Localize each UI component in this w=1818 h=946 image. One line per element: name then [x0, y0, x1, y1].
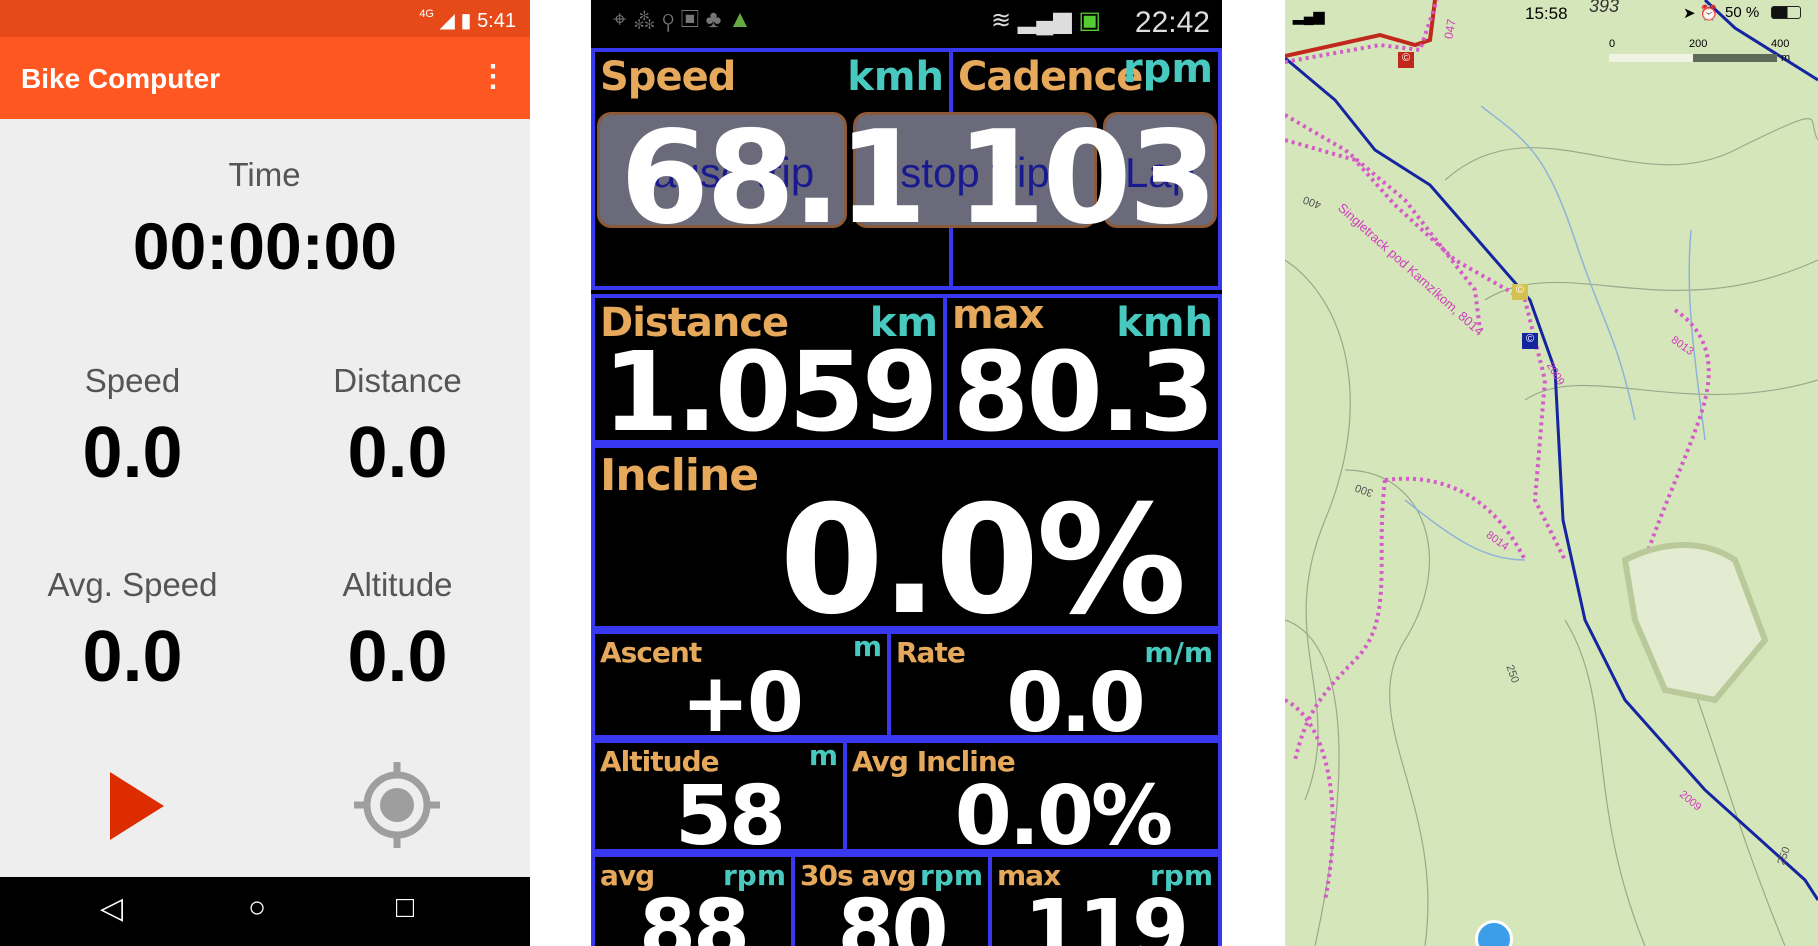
poi-icon[interactable]: © — [1522, 333, 1538, 349]
status-time: 22:42 — [1134, 6, 1210, 39]
max-cadence-cell: max rpm 119 — [988, 853, 1222, 946]
battery-icon — [1771, 6, 1801, 19]
avg-incline-value: 0.0% — [954, 769, 1173, 864]
nav-bar: ◁ ○ □ — [0, 877, 530, 946]
app-title: Bike Computer — [21, 63, 221, 94]
altitude-value: 58 — [674, 769, 786, 864]
bike-computer-screen: 4G ◢ ▮ 5:41 Bike Computer ⋮ Time 00:00:0… — [0, 0, 530, 946]
notification-icons: ⌖ ⁂ ⚲ ▣ ♣ ▲ — [613, 6, 752, 33]
time-label: Time — [228, 156, 301, 193]
avg-speed-value: 0.0 — [82, 617, 183, 697]
incline-value: 0.0% — [779, 474, 1186, 648]
status-bar: ⌖ ⁂ ⚲ ▣ ♣ ▲ ≋ ▂▄▆ ▣ 22:42 — [591, 0, 1222, 48]
cadence-unit: rpm — [1122, 46, 1213, 92]
avg30-cadence-cell: 30s avg rpm 80 — [791, 853, 992, 946]
avg-incline-cell: Avg Incline 0.0% — [843, 739, 1222, 864]
status-bar: 4G ◢ ▮ 5:41 — [0, 0, 530, 37]
avg30-cadence-value: 80 — [837, 883, 948, 946]
speed-label: Speed — [600, 54, 736, 100]
speed-value: 68.1 — [620, 104, 927, 253]
clearing-area — [1621, 542, 1769, 704]
scale-unit: m — [1781, 52, 1791, 64]
streams — [1404, 105, 1706, 561]
peak-elevation: 393 — [1589, 0, 1620, 16]
play-icon[interactable] — [108, 770, 166, 842]
home-icon[interactable]: ○ — [248, 891, 266, 925]
network-indicator: 4G — [419, 8, 434, 20]
altitude-label: Altitude — [342, 566, 453, 603]
distance-value: 1.059 — [602, 328, 939, 456]
poi-icon[interactable]: © — [1398, 52, 1414, 68]
incline-cell: Incline 0.0% — [591, 444, 1222, 648]
blue-route — [1285, 56, 1818, 901]
scale-tick: 400 — [1771, 38, 1790, 50]
scale-tick: 200 — [1689, 38, 1708, 50]
distance-label: Distance — [333, 362, 462, 399]
topo-map[interactable] — [1285, 0, 1818, 946]
speed-label: Speed — [84, 362, 181, 399]
status-time: 15:58 — [1525, 4, 1568, 23]
distance-cell: Distance km 1.059 — [591, 294, 947, 456]
cadence-value: 103 — [956, 104, 1217, 253]
altitude-value: 0.0 — [347, 617, 448, 697]
status-time: 5:41 — [477, 10, 516, 32]
max-speed-cell: max kmh 80.3 — [943, 292, 1222, 456]
signal-icon: ▂▄▆ — [1293, 8, 1325, 24]
rate-cell: Rate m/m 0.0 — [887, 630, 1222, 751]
max-speed-value: 80.3 — [952, 328, 1215, 456]
rate-value: 0.0 — [1006, 656, 1145, 751]
poi-icon[interactable]: © — [1512, 284, 1528, 300]
cadence-label: Cadence — [958, 54, 1143, 100]
location-alarm-icons: ➤ ⏰ — [1683, 5, 1719, 22]
avg-speed-label: Avg. Speed — [47, 566, 218, 603]
cycling-dashboard-screen: ⌖ ⁂ ⚲ ▣ ♣ ▲ ≋ ▂▄▆ ▣ 22:42 Speed kmh Cade… — [591, 0, 1222, 946]
avg-cadence-value: 88 — [638, 883, 750, 946]
ascent-value: +0 — [681, 656, 804, 751]
scale-tick: 0 — [1609, 38, 1616, 50]
incline-label: Incline — [600, 450, 759, 501]
map-screen[interactable]: ▂▄▆ 15:58 393 ➤ ⏰ 50 % 0 200 400 m Singl… — [1285, 0, 1818, 946]
altitude-unit: m — [808, 739, 838, 772]
recents-icon[interactable]: □ — [396, 891, 414, 925]
distance-value: 0.0 — [347, 413, 448, 493]
more-vert-icon[interactable]: ⋮ — [478, 59, 508, 94]
app-bar: Bike Computer ⋮ — [0, 37, 530, 119]
speed-value: 0.0 — [82, 413, 183, 493]
gps-location-icon[interactable] — [352, 760, 442, 850]
battery-percent: 50 % — [1725, 4, 1760, 21]
altitude-cell: Altitude m 58 — [591, 739, 847, 864]
ascent-cell: Ascent m +0 — [591, 630, 891, 751]
max-cadence-value: 119 — [1023, 883, 1189, 946]
time-value: 00:00:00 — [132, 209, 398, 283]
bike-trails — [1285, 0, 1711, 901]
speed-unit: kmh — [847, 54, 944, 100]
avg-cadence-cell: avg rpm 88 — [591, 853, 795, 946]
wifi-signal-icon: ≋ ▂▄▆ ▣ — [991, 7, 1102, 34]
back-icon[interactable]: ◁ — [100, 891, 123, 926]
